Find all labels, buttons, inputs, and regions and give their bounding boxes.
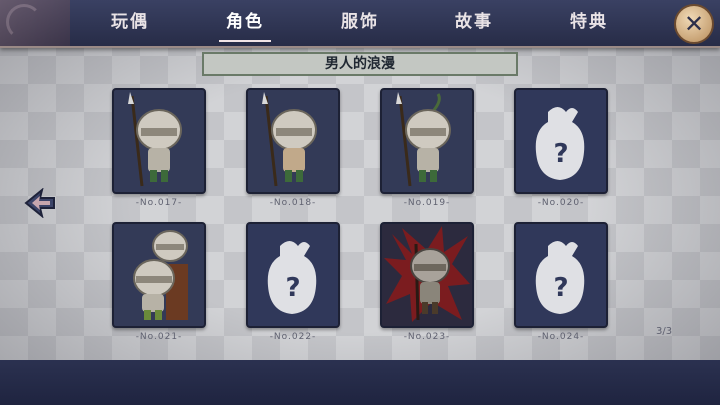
card-number: -No.019-	[403, 198, 451, 208]
character-card-022[interactable]: ?	[246, 222, 340, 328]
tab-characters[interactable]: 角色	[205, 8, 285, 42]
character-card-017[interactable]	[112, 88, 206, 194]
card-number: -No.024-	[537, 332, 585, 342]
mystery-silhouette-icon: ?	[267, 241, 317, 314]
character-card-018[interactable]	[246, 88, 340, 194]
close-icon[interactable]: ✕	[674, 4, 714, 44]
card-number: -No.023-	[403, 332, 451, 342]
mystery-silhouette-icon: ?	[535, 241, 585, 314]
ornament-corner	[0, 0, 70, 46]
card-number: -No.017-	[135, 198, 183, 208]
character-card-021[interactable]	[112, 222, 206, 328]
character-card-023[interactable]	[380, 222, 474, 328]
tab-extras[interactable]: 特典	[549, 8, 629, 36]
section-title-banner: 男人的浪漫	[202, 52, 518, 76]
card-number: -No.020-	[537, 198, 585, 208]
svg-text:?: ?	[553, 139, 568, 169]
character-card-024[interactable]: ?	[514, 222, 608, 328]
tab-stories[interactable]: 故事	[434, 8, 514, 36]
mystery-silhouette-icon: ?	[535, 107, 585, 180]
character-card-019[interactable]	[380, 88, 474, 194]
tab-costumes[interactable]: 服饰	[320, 8, 400, 36]
bottom-bar	[0, 360, 720, 405]
card-number: -No.021-	[135, 332, 183, 342]
knight-with-spear-icon	[262, 92, 317, 187]
knight-red-aura-icon	[384, 226, 470, 322]
svg-text:?: ?	[553, 273, 568, 303]
knight-with-spear-icon	[128, 92, 182, 187]
previous-page-arrow-icon[interactable]	[24, 187, 56, 219]
character-card-020[interactable]: ?	[514, 88, 608, 194]
page-indicator: 3/3	[656, 326, 673, 337]
tab-dolls[interactable]: 玩偶	[90, 8, 170, 36]
card-number: -No.018-	[269, 198, 317, 208]
knight-with-spear-plume-icon	[396, 92, 451, 187]
card-number: -No.022-	[269, 332, 317, 342]
top-navigation-bar: 玩偶 角色 服饰 故事 特典 ✕	[0, 0, 720, 48]
svg-text:?: ?	[285, 273, 300, 303]
two-knights-on-chair-icon	[133, 230, 188, 320]
